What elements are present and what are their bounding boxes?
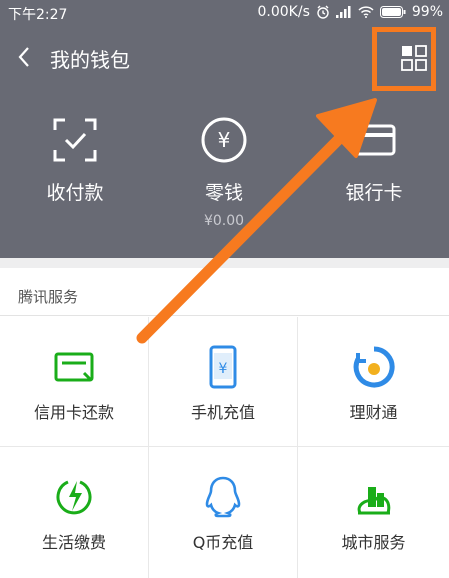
yuan-glyph: ¥ <box>218 128 231 152</box>
service-q-coin-topup[interactable]: Q币充值 <box>149 447 298 578</box>
section-title: 腾讯服务 <box>0 268 449 316</box>
highlight-box <box>372 27 436 91</box>
scan-icon <box>51 116 99 164</box>
pay-receive-button[interactable]: 收付款 <box>0 116 150 205</box>
credit-card-icon <box>52 345 96 389</box>
service-label: 理财通 <box>349 403 398 422</box>
service-label: 信用卡还款 <box>33 403 114 422</box>
change-balance: ¥0.00 <box>203 213 245 229</box>
lightning-icon <box>52 475 96 519</box>
status-indicators: 0.00K/s 99% <box>258 4 444 20</box>
qq-penguin-icon <box>201 475 245 519</box>
pay-receive-label: 收付款 <box>46 182 104 204</box>
city-buildings-icon <box>352 475 396 519</box>
service-utility-payment[interactable]: 生活缴费 <box>0 447 149 578</box>
services-grid: 信用卡还款 ¥ 手机充值 理财通 生活缴费 Q币充值 城市服务 <box>0 317 449 578</box>
bank-card-button[interactable]: 银行卡 <box>299 116 449 205</box>
service-label: 手机充值 <box>190 403 255 422</box>
battery-level: 99% <box>411 4 443 20</box>
change-button[interactable]: ¥ 零钱 ¥0.00 <box>149 116 299 229</box>
page-title: 我的钱包 <box>50 48 130 72</box>
bank-card-label: 银行卡 <box>345 182 403 204</box>
yuan-glyph: ¥ <box>219 361 228 377</box>
status-bar: 下午2:27 0.00K/s 99% <box>0 0 449 26</box>
service-label: 城市服务 <box>341 533 406 552</box>
mobile-phone-icon: ¥ <box>201 345 245 389</box>
chevron-left-icon <box>18 47 29 67</box>
yuan-coin-icon: ¥ <box>200 116 248 164</box>
service-mobile-topup[interactable]: ¥ 手机充值 <box>149 317 298 447</box>
service-credit-card-repay[interactable]: 信用卡还款 <box>0 317 149 447</box>
section-divider <box>0 258 449 268</box>
bank-card-icon <box>350 116 398 164</box>
back-button[interactable] <box>12 44 38 70</box>
status-time: 下午2:27 <box>8 7 68 23</box>
signal-icon <box>335 6 352 18</box>
alarm-icon <box>316 5 330 19</box>
change-label: 零钱 <box>204 182 243 204</box>
service-wealth-management[interactable]: 理财通 <box>298 317 449 447</box>
wallet-header: 我的钱包 收付款 ¥ 零钱 ¥0.00 银行卡 <box>0 26 449 258</box>
wifi-icon <box>358 6 374 18</box>
service-label: Q币充值 <box>192 533 254 552</box>
service-label: 生活缴费 <box>41 533 106 552</box>
wealth-icon <box>352 345 396 389</box>
network-speed: 0.00K/s <box>257 4 310 20</box>
battery-icon <box>379 6 406 18</box>
service-city-services[interactable]: 城市服务 <box>298 447 449 578</box>
